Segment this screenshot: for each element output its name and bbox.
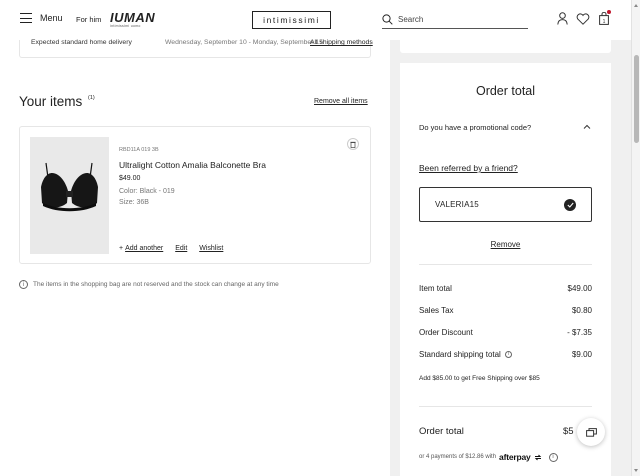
remove-all-items-link[interactable]: Remove all items bbox=[314, 98, 368, 105]
product-image[interactable] bbox=[30, 137, 109, 254]
order-total-title: Order total bbox=[475, 84, 536, 98]
add-another-link[interactable]: Add another bbox=[125, 245, 163, 252]
iuman-logo[interactable]: IUMAN intimissimi uomo bbox=[110, 11, 155, 29]
order-summary-panel: Order total Do you have a promotional co… bbox=[400, 63, 611, 476]
promo-code-value: VALERIA15 bbox=[435, 200, 479, 209]
summary-row-item-total: Item total $49.00 bbox=[419, 284, 592, 293]
product-price: $49.00 bbox=[119, 175, 141, 182]
bra-product-photo bbox=[41, 162, 98, 212]
summary-row-label: Order Discount bbox=[419, 328, 473, 337]
trash-icon bbox=[350, 141, 356, 148]
stock-notice-text: The items in the shopping bag are not re… bbox=[33, 281, 279, 288]
order-total-value: $5 bbox=[563, 426, 574, 437]
top-header: Menu For him IUMAN intimissimi uomo inti… bbox=[0, 0, 631, 40]
chat-icon bbox=[585, 427, 597, 437]
iuman-logo-tagline: intimissimi uomo bbox=[110, 24, 141, 28]
hamburger-icon bbox=[20, 13, 32, 23]
info-icon: i bbox=[19, 280, 28, 289]
item-actions: + Add another Edit Wishlist bbox=[119, 245, 223, 252]
panel-top-strip bbox=[400, 40, 611, 53]
delivery-estimate-card: Expected standard home delivery Wednesda… bbox=[19, 39, 373, 58]
intimissimi-logo[interactable]: intimissimi bbox=[252, 11, 331, 29]
promo-code-toggle[interactable]: Do you have a promotional code? bbox=[419, 123, 531, 132]
product-sku: RBD11A 019 3B bbox=[119, 147, 159, 153]
free-shipping-note: Add $85.00 to get Free Shipping over $85 bbox=[419, 375, 540, 382]
promo-code-field[interactable]: VALERIA15 bbox=[419, 187, 592, 222]
search-input[interactable] bbox=[398, 15, 518, 24]
scroll-thumb[interactable] bbox=[634, 55, 639, 143]
menu-label: Menu bbox=[40, 13, 63, 23]
search-bar[interactable] bbox=[382, 11, 528, 29]
remove-item-button[interactable] bbox=[347, 138, 359, 150]
check-icon bbox=[564, 199, 576, 211]
shopping-bag-icon: 1 bbox=[599, 11, 609, 25]
summary-divider bbox=[419, 264, 592, 265]
delivery-dates: Wednesday, September 10 - Monday, Septem… bbox=[165, 39, 323, 46]
delivery-label: Expected standard home delivery bbox=[31, 39, 132, 46]
summary-row-order-discount: Order Discount - $7.35 bbox=[419, 328, 592, 337]
cart-items-column: Expected standard home delivery Wednesda… bbox=[0, 39, 390, 476]
plus-icon: + bbox=[119, 245, 124, 252]
summary-row-label: Standard shipping total bbox=[419, 350, 501, 359]
summary-divider bbox=[419, 406, 592, 407]
summary-row-sales-tax: Sales Tax $0.80 bbox=[419, 306, 592, 315]
notification-dot bbox=[607, 10, 611, 14]
summary-row-label: Sales Tax bbox=[419, 306, 454, 315]
all-shipping-methods-link[interactable]: All shipping methods bbox=[310, 39, 373, 46]
for-him-link[interactable]: For him bbox=[76, 15, 101, 24]
remove-promo-link[interactable]: Remove bbox=[400, 240, 611, 249]
referred-by-friend-link[interactable]: Been referred by a friend? bbox=[419, 163, 518, 173]
page-scrollbar[interactable] bbox=[631, 0, 640, 476]
summary-row-shipping: Standard shipping total i $9.00 bbox=[419, 350, 592, 359]
info-icon[interactable]: i bbox=[548, 452, 558, 462]
chat-button[interactable] bbox=[577, 418, 605, 446]
afterpay-installments: or 4 payments of $12.86 with afterpay i bbox=[419, 452, 558, 462]
summary-row-label: Item total bbox=[419, 284, 452, 293]
product-size: Size: 36B bbox=[119, 199, 149, 206]
user-icon[interactable] bbox=[557, 12, 568, 25]
heart-icon[interactable] bbox=[576, 13, 590, 25]
stock-notice: i The items in the shopping bag are not … bbox=[19, 280, 279, 289]
your-items-title: Your items bbox=[19, 94, 83, 109]
product-color: Color: Black - 019 bbox=[119, 188, 175, 195]
shopping-bag-button[interactable]: 1 bbox=[599, 10, 611, 25]
afterpay-text: or 4 payments of $12.86 with bbox=[419, 454, 497, 460]
info-icon[interactable]: i bbox=[504, 351, 512, 358]
search-icon bbox=[382, 14, 393, 25]
iuman-logo-word: IUMAN bbox=[110, 10, 156, 25]
menu-button[interactable]: Menu bbox=[20, 13, 63, 23]
afterpay-logo: afterpay bbox=[499, 452, 531, 462]
svg-text:1: 1 bbox=[603, 19, 606, 25]
edit-item-link[interactable]: Edit bbox=[175, 245, 187, 252]
cart-item: RBD11A 019 3B Ultralight Cotton Amalia B… bbox=[19, 126, 371, 264]
summary-row-value: $9.00 bbox=[571, 350, 592, 359]
scroll-up-arrow-icon[interactable] bbox=[634, 4, 638, 7]
items-count: (1) bbox=[88, 95, 95, 101]
afterpay-arrows-icon bbox=[534, 454, 541, 460]
product-name[interactable]: Ultralight Cotton Amalia Balconette Bra bbox=[119, 160, 266, 170]
scroll-down-arrow-icon[interactable] bbox=[634, 469, 638, 472]
summary-row-value: $0.80 bbox=[571, 306, 592, 315]
summary-row-value: - $7.35 bbox=[567, 328, 592, 337]
summary-row-value: $49.00 bbox=[567, 284, 592, 293]
shipping-label-group: Standard shipping total i bbox=[419, 350, 512, 359]
order-total-label: Order total bbox=[419, 426, 464, 437]
chevron-up-icon[interactable] bbox=[583, 123, 591, 131]
wishlist-link[interactable]: Wishlist bbox=[199, 245, 223, 252]
